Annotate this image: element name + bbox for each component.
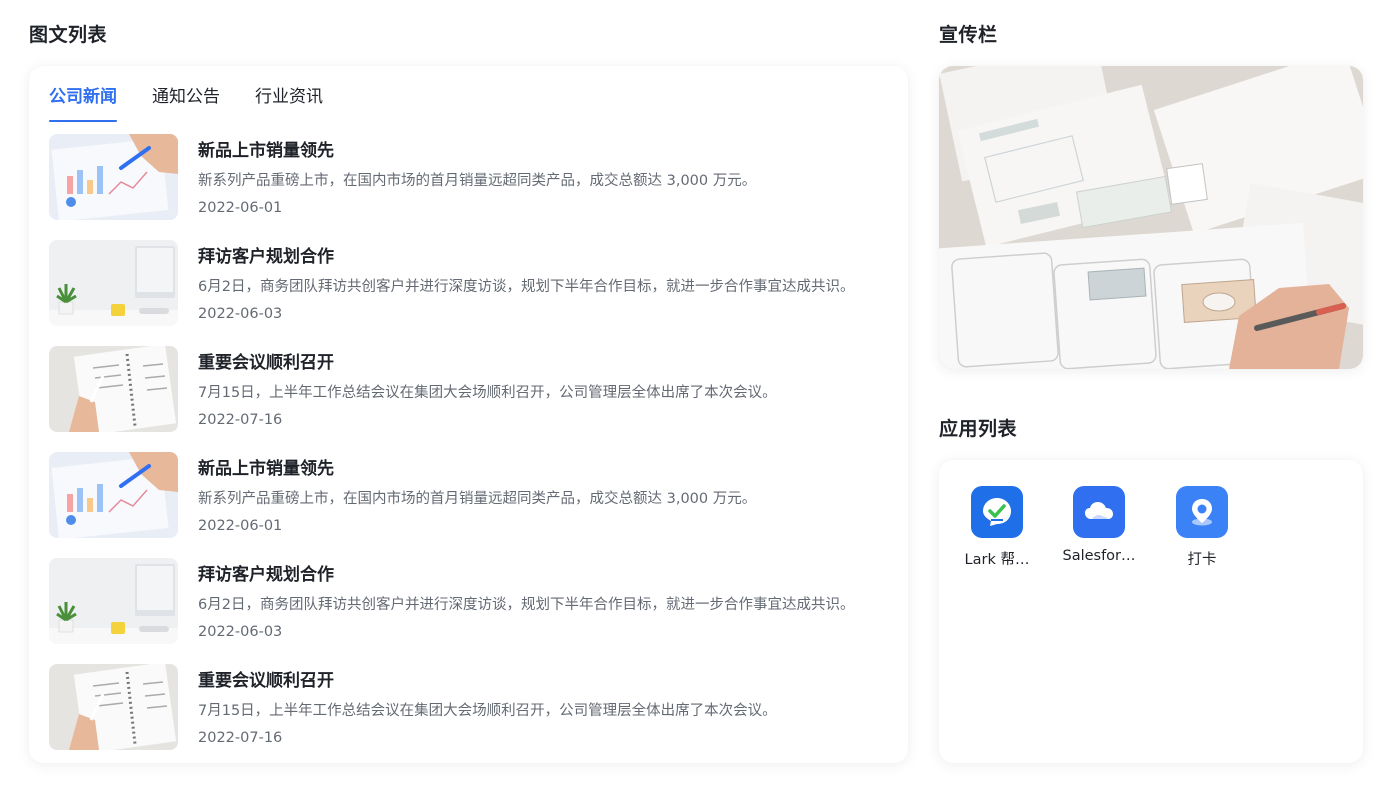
news-thumbnail (49, 134, 178, 220)
list-item[interactable]: 拜访客户规划合作 6月2日，商务团队拜访共创客户并进行深度访谈，规划下半年合作目… (49, 240, 899, 346)
news-title: 重要会议顺利召开 (198, 353, 334, 373)
apps-card: Lark 帮… Salesfor… 打卡 (939, 460, 1363, 763)
news-title: 新品上市销量领先 (198, 141, 334, 161)
list-item[interactable]: 新品上市销量领先 新系列产品重磅上市，在国内市场的首月销量远超同类产品，成交总额… (49, 452, 899, 558)
news-title: 拜访客户规划合作 (198, 565, 334, 585)
news-thumbnail (49, 664, 178, 750)
news-date: 2022-06-03 (198, 306, 283, 322)
app-check-in[interactable]: 打卡 (1152, 486, 1252, 569)
news-tabs: 公司新闻 通知公告 行业资讯 (49, 86, 358, 122)
news-date: 2022-06-01 (198, 518, 283, 534)
app-name: Salesfor… (1062, 548, 1136, 564)
tab-industry-news[interactable]: 行业资讯 (255, 86, 323, 116)
tab-company-news[interactable]: 公司新闻 (49, 86, 117, 122)
news-thumbnail (49, 346, 178, 432)
news-summary: 7月15日，上半年工作总结会议在集团大会场顺利召开，公司管理层全体出席了本次会议… (198, 385, 777, 401)
banner-image (939, 66, 1363, 369)
news-date: 2022-06-03 (198, 624, 283, 640)
news-summary: 7月15日，上半年工作总结会议在集团大会场顺利召开，公司管理层全体出席了本次会议… (198, 703, 777, 719)
news-summary: 新系列产品重磅上市，在国内市场的首月销量远超同类产品，成交总额达 3,000 万… (198, 491, 757, 507)
location-pin-icon (1176, 486, 1228, 538)
news-thumbnail (49, 240, 178, 326)
list-item[interactable]: 新品上市销量领先 新系列产品重磅上市，在国内市场的首月销量远超同类产品，成交总额… (49, 134, 899, 240)
list-item[interactable]: 拜访客户规划合作 6月2日，商务团队拜访共创客户并进行深度访谈，规划下半年合作目… (49, 558, 899, 664)
news-title: 新品上市销量领先 (198, 459, 334, 479)
news-title: 重要会议顺利召开 (198, 671, 334, 691)
news-summary: 新系列产品重磅上市，在国内市场的首月销量远超同类产品，成交总额达 3,000 万… (198, 173, 757, 189)
banner-section-title: 宣传栏 (939, 24, 998, 46)
news-date: 2022-07-16 (198, 412, 283, 428)
promo-banner[interactable] (939, 66, 1363, 369)
list-item[interactable]: 重要会议顺利召开 7月15日，上半年工作总结会议在集团大会场顺利召开，公司管理层… (49, 664, 899, 770)
app-name: 打卡 (1187, 552, 1217, 568)
lark-help-icon (971, 486, 1023, 538)
news-date: 2022-06-01 (198, 200, 283, 216)
news-thumbnail (49, 452, 178, 538)
app-salesforce[interactable]: Salesfor… (1049, 486, 1149, 564)
news-date: 2022-07-16 (198, 730, 283, 746)
news-summary: 6月2日，商务团队拜访共创客户并进行深度访谈，规划下半年合作目标，就进一步合作事… (198, 279, 855, 295)
news-section-title: 图文列表 (29, 24, 108, 46)
apps-section-title: 应用列表 (939, 418, 1018, 440)
list-item[interactable]: 重要会议顺利召开 7月15日，上半年工作总结会议在集团大会场顺利召开，公司管理层… (49, 346, 899, 452)
tab-notices[interactable]: 通知公告 (152, 86, 220, 116)
news-summary: 6月2日，商务团队拜访共创客户并进行深度访谈，规划下半年合作目标，就进一步合作事… (198, 597, 855, 613)
news-list: 新品上市销量领先 新系列产品重磅上市，在国内市场的首月销量远超同类产品，成交总额… (49, 134, 899, 770)
news-thumbnail (49, 558, 178, 644)
app-lark-help[interactable]: Lark 帮… (947, 486, 1047, 569)
news-title: 拜访客户规划合作 (198, 247, 334, 267)
cloud-icon (1073, 486, 1125, 538)
news-card: 公司新闻 通知公告 行业资讯 新品上市销量领先 新系列产品重磅上市，在国内市场的… (29, 66, 908, 763)
app-name: Lark 帮… (964, 552, 1030, 568)
